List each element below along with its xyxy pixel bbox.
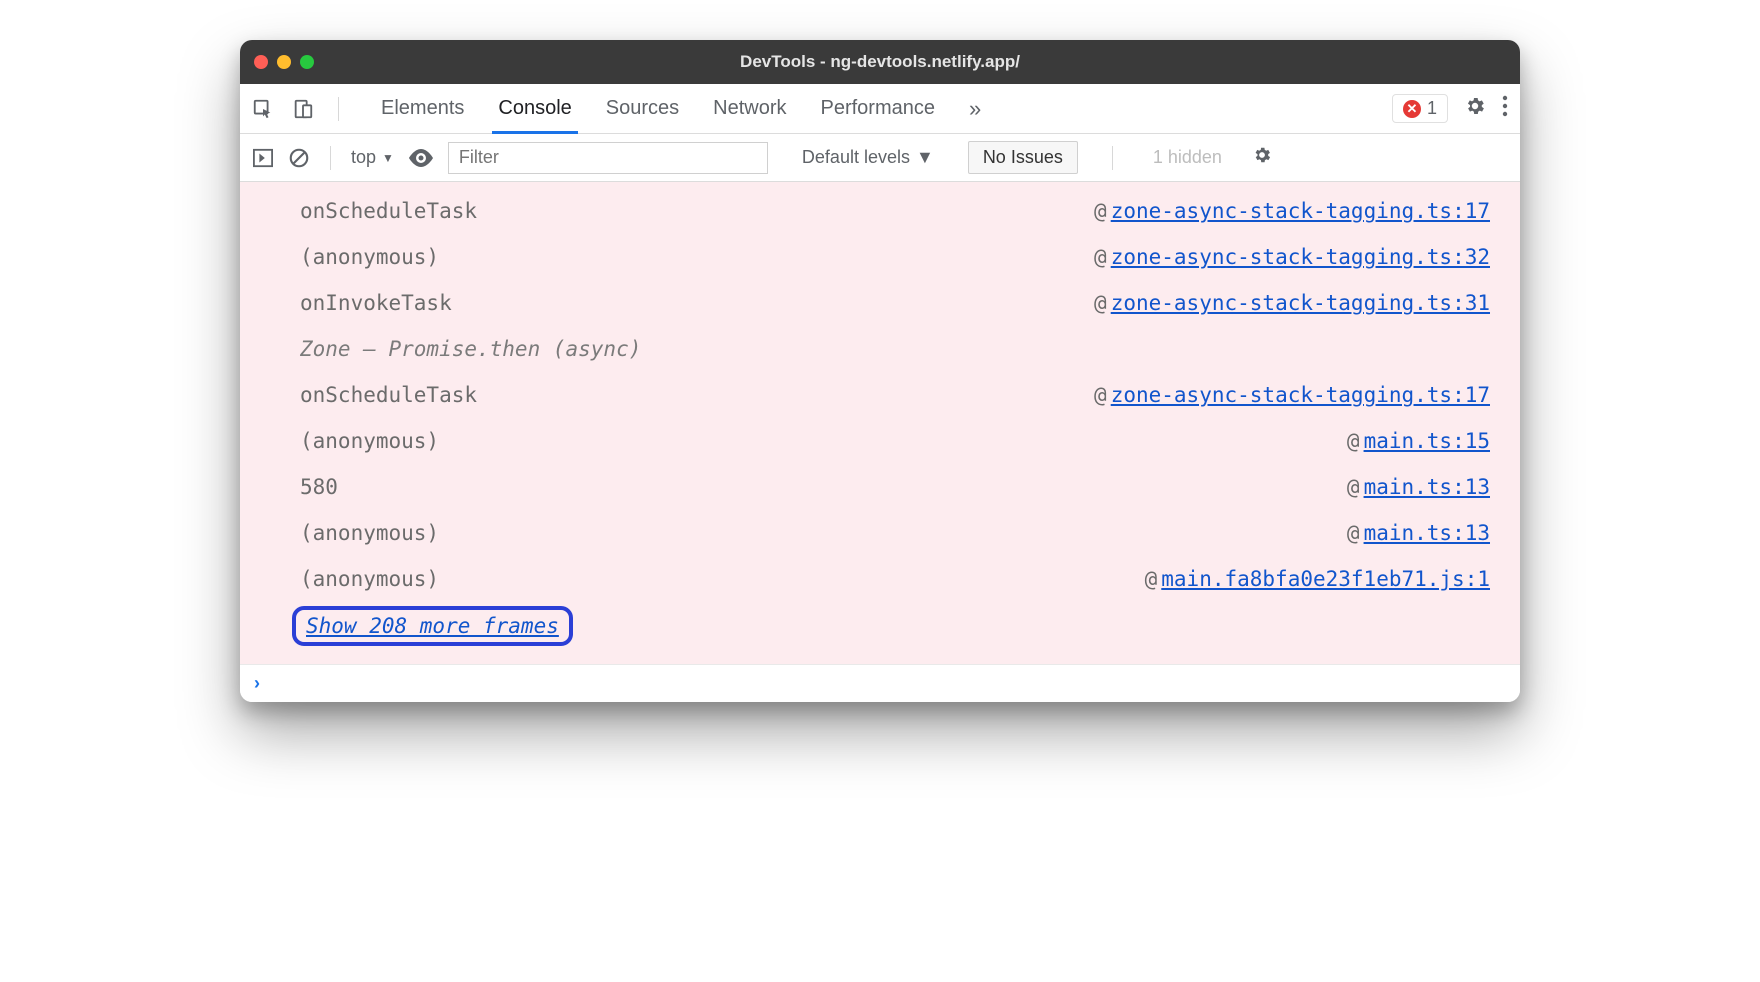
- main-toolbar: Elements Console Sources Network Perform…: [240, 84, 1520, 134]
- kebab-menu-icon[interactable]: [1502, 95, 1508, 122]
- source-link[interactable]: zone-async-stack-tagging.ts:17: [1111, 383, 1490, 407]
- stack-frame-source: @main.ts:15: [1347, 424, 1490, 458]
- stack-frame-source: @zone-async-stack-tagging.ts:17: [1094, 378, 1490, 412]
- at-symbol: @: [1094, 245, 1107, 269]
- at-symbol: @: [1347, 521, 1360, 545]
- source-link[interactable]: zone-async-stack-tagging.ts:17: [1111, 199, 1490, 223]
- toggle-sidebar-icon[interactable]: [252, 148, 274, 168]
- error-count-pill[interactable]: ✕ 1: [1392, 94, 1448, 123]
- stack-frame-row: onScheduleTask @zone-async-stack-tagging.…: [240, 372, 1520, 418]
- traffic-lights: [254, 55, 314, 69]
- stack-frame-function: 580: [300, 470, 338, 504]
- console-settings-gear-icon[interactable]: [1252, 145, 1272, 170]
- tab-elements[interactable]: Elements: [381, 84, 464, 133]
- hidden-messages-label: 1 hidden: [1153, 147, 1222, 168]
- panel-tabs: Elements Console Sources Network Perform…: [381, 84, 1374, 133]
- settings-gear-icon[interactable]: [1464, 95, 1486, 122]
- stack-frame-function: onScheduleTask: [300, 378, 477, 412]
- stack-frame-source: @main.ts:13: [1347, 470, 1490, 504]
- stack-frame-function: (anonymous): [300, 424, 439, 458]
- tab-performance[interactable]: Performance: [821, 84, 936, 133]
- tab-console[interactable]: Console: [498, 84, 571, 133]
- stack-frame-row: 580 @main.ts:13: [240, 464, 1520, 510]
- stack-frame-source: @main.fa8bfa0e23f1eb71.js:1: [1145, 562, 1490, 596]
- tab-sources[interactable]: Sources: [606, 84, 679, 133]
- stack-frame-row: onScheduleTask @zone-async-stack-tagging.…: [240, 188, 1520, 234]
- divider: [330, 146, 331, 170]
- stack-frame-source: @zone-async-stack-tagging.ts:17: [1094, 194, 1490, 228]
- live-expression-icon[interactable]: [408, 149, 434, 167]
- device-toolbar-icon[interactable]: [292, 98, 314, 120]
- source-link[interactable]: zone-async-stack-tagging.ts:32: [1111, 245, 1490, 269]
- source-link[interactable]: main.ts:13: [1364, 475, 1490, 499]
- source-link[interactable]: main.fa8bfa0e23f1eb71.js:1: [1161, 567, 1490, 591]
- titlebar: DevTools - ng-devtools.netlify.app/: [240, 40, 1520, 84]
- tab-network[interactable]: Network: [713, 84, 786, 133]
- prompt-caret-icon: ›: [254, 673, 260, 694]
- stack-frame-function: (anonymous): [300, 240, 439, 274]
- stack-frame-row: (anonymous) @main.fa8bfa0e23f1eb71.js:1: [240, 556, 1520, 602]
- context-selector[interactable]: top ▼: [351, 147, 394, 168]
- divider: [1112, 146, 1113, 170]
- toolbar-right: ✕ 1: [1392, 94, 1508, 123]
- log-levels-selector[interactable]: Default levels ▼: [802, 147, 934, 168]
- stack-frame-source: @zone-async-stack-tagging.ts:31: [1094, 286, 1490, 320]
- at-symbol: @: [1094, 199, 1107, 223]
- console-toolbar: top ▼ Default levels ▼ No Issues 1 hidde…: [240, 134, 1520, 182]
- at-symbol: @: [1145, 567, 1158, 591]
- console-body: onScheduleTask@zone-async-stack-tagging.…: [240, 182, 1520, 664]
- at-symbol: @: [1347, 475, 1360, 499]
- stack-frame-row: (anonymous) @main.ts:15: [240, 418, 1520, 464]
- console-prompt[interactable]: ›: [240, 664, 1520, 702]
- issues-button[interactable]: No Issues: [968, 141, 1078, 174]
- close-window-icon[interactable]: [254, 55, 268, 69]
- inspect-element-icon[interactable]: [252, 98, 274, 120]
- stack-frame-source: @zone-async-stack-tagging.ts:32: [1094, 240, 1490, 274]
- stack-frame-function: (anonymous): [300, 516, 439, 550]
- dropdown-triangle-icon: ▼: [916, 147, 934, 168]
- devtools-window: DevTools - ng-devtools.netlify.app/ Elem…: [240, 40, 1520, 702]
- window-title: DevTools - ng-devtools.netlify.app/: [740, 52, 1020, 72]
- minimize-window-icon[interactable]: [277, 55, 291, 69]
- stack-frame-row: Zone — Promise.then (async): [240, 326, 1520, 372]
- stack-frame-function: onScheduleTask: [300, 194, 477, 228]
- dropdown-triangle-icon: ▼: [382, 151, 394, 165]
- stack-frame-function: Zone — Promise.then (async): [300, 332, 641, 366]
- clear-console-icon[interactable]: [288, 147, 310, 169]
- filter-input[interactable]: [448, 142, 768, 174]
- stack-frame-function: (anonymous): [300, 562, 439, 596]
- show-more-frames-link[interactable]: Show 208 more frames: [292, 606, 573, 646]
- source-link[interactable]: main.ts:15: [1364, 429, 1490, 453]
- stack-frame-row: (anonymous) @main.ts:13: [240, 510, 1520, 556]
- source-link[interactable]: zone-async-stack-tagging.ts:31: [1111, 291, 1490, 315]
- maximize-window-icon[interactable]: [300, 55, 314, 69]
- stack-frame-row: (anonymous) @zone-async-stack-tagging.ts:…: [240, 234, 1520, 280]
- source-link[interactable]: main.ts:13: [1364, 521, 1490, 545]
- stack-frame-source: @main.ts:13: [1347, 516, 1490, 550]
- at-symbol: @: [1347, 429, 1360, 453]
- at-symbol: @: [1094, 291, 1107, 315]
- error-badge-icon: ✕: [1403, 100, 1421, 118]
- error-count: 1: [1427, 98, 1437, 119]
- context-label: top: [351, 147, 376, 168]
- at-symbol: @: [1094, 383, 1107, 407]
- levels-label: Default levels: [802, 147, 910, 168]
- stack-frame-function: onInvokeTask: [300, 286, 452, 320]
- more-tabs-icon[interactable]: »: [969, 96, 981, 122]
- stack-frame-row: onInvokeTask @zone-async-stack-tagging.ts…: [240, 280, 1520, 326]
- divider: [338, 97, 339, 121]
